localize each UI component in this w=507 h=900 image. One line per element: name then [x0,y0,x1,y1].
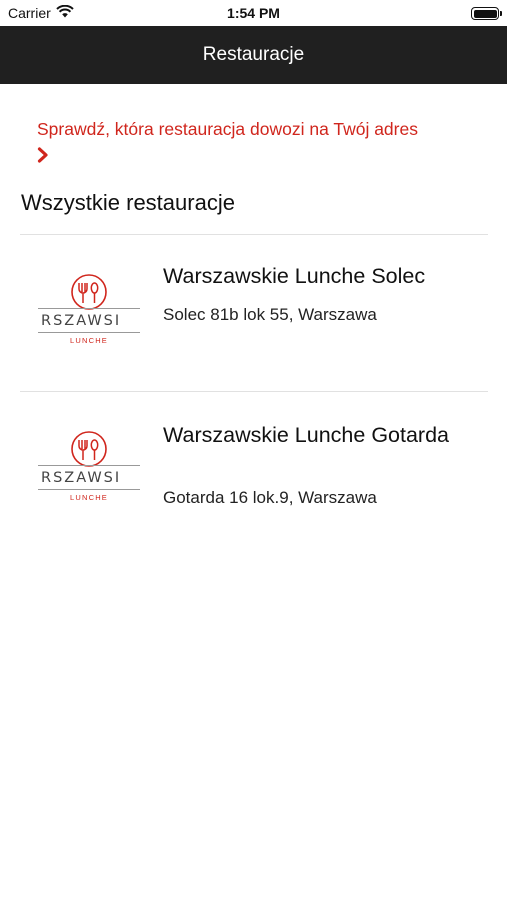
logo-wordmark: RSZAWSI [41,470,122,486]
restaurant-name: Warszawskie Lunche Gotarda [163,423,449,447]
restaurant-logo: RSZAWSI LUNCHE [38,272,140,352]
status-time: 1:54 PM [227,5,280,21]
battery-icon [471,7,502,20]
restaurant-logo: RSZAWSI LUNCHE [38,429,140,509]
restaurant-name: Warszawskie Lunche Solec [163,264,426,288]
logo-wordmark: RSZAWSI [41,313,122,329]
page-title: Restauracje [202,44,305,65]
check-delivery-label: Sprawdź, która restauracja dowozi na Twó… [37,119,418,139]
logo-subtitle: LUNCHE [69,336,109,345]
restaurant-address: Gotarda 16 lok.9, Warszawa [163,488,377,507]
status-bar: Carrier 1:54 PM [0,0,507,26]
restaurant-row[interactable]: RSZAWSI LUNCHE Warszawskie Lunche Solec … [0,235,507,391]
restaurant-row[interactable]: RSZAWSI LUNCHE Warszawskie Lunche Gotard… [0,392,507,532]
restaurant-address: Solec 81b lok 55, Warszawa [163,305,377,324]
navigation-bar: Restauracje [0,26,507,84]
chevron-right-icon [37,145,487,169]
check-delivery-link[interactable]: Sprawdź, która restauracja dowozi na Twó… [37,117,487,169]
logo-subtitle: LUNCHE [69,493,109,502]
section-title: Wszystkie restauracje [21,190,235,215]
